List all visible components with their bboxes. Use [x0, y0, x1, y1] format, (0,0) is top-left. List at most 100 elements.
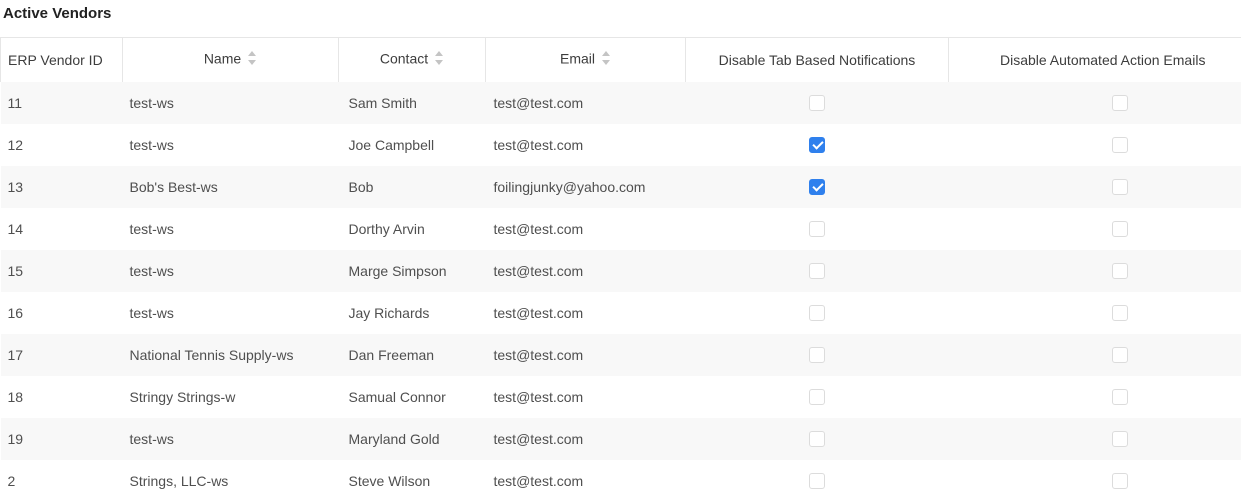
disable-tab-notifications-checkbox[interactable] — [809, 263, 825, 280]
tab-notifications-cell — [686, 250, 949, 292]
contact-cell: Maryland Gold — [348, 430, 440, 447]
sort-icon[interactable] — [434, 48, 444, 68]
vendor-name-cell: test-ws — [129, 136, 174, 153]
email-cell: foilingjunky@yahoo.com — [493, 178, 646, 195]
erp-vendor-id-cell: 2 — [7, 472, 16, 489]
contact-cell: Dorthy Arvin — [348, 220, 425, 237]
vendors-table: ERP Vendor ID Name Contact Email Disable… — [0, 37, 1241, 494]
action-emails-cell — [949, 250, 1241, 292]
email-cell: test@test.com — [493, 136, 584, 153]
page-title: Active Vendors — [3, 5, 112, 22]
tab-notifications-cell — [686, 208, 949, 250]
vendor-name-cell: Strings, LLC-ws — [129, 472, 229, 489]
email-cell: test@test.com — [493, 94, 584, 111]
column-header-email[interactable]: Email — [485, 37, 686, 82]
disable-tab-notifications-checkbox[interactable] — [809, 305, 825, 322]
disable-tab-notifications-checkbox[interactable] — [809, 137, 825, 154]
column-header-label: ERP Vendor ID — [8, 51, 103, 68]
column-header-label: Contact — [379, 50, 429, 67]
column-header-label: Disable Tab Based Notifications — [718, 51, 916, 68]
vendor-name-cell: National Tennis Supply-ws — [129, 346, 294, 363]
disable-action-emails-checkbox[interactable] — [1111, 179, 1128, 196]
sort-icon[interactable] — [247, 48, 257, 68]
tab-notifications-cell — [686, 166, 949, 208]
erp-vendor-id-cell: 11 — [7, 94, 23, 111]
action-emails-cell — [949, 166, 1241, 208]
table-row[interactable]: 12 test-ws Joe Campbell test@test.com — [0, 123, 1241, 166]
tab-notifications-cell — [686, 418, 949, 460]
table-row[interactable]: 14 test-ws Dorthy Arvin test@test.com — [0, 207, 1241, 250]
disable-action-emails-checkbox[interactable] — [1111, 431, 1128, 448]
action-emails-cell — [949, 292, 1241, 334]
contact-cell: Steve Wilson — [348, 472, 431, 489]
disable-action-emails-checkbox[interactable] — [1111, 263, 1128, 280]
disable-tab-notifications-checkbox[interactable] — [809, 347, 825, 364]
table-row[interactable]: 13 Bob's Best-ws Bob foilingjunky@yahoo.… — [0, 165, 1241, 208]
table-row[interactable]: 15 test-ws Marge Simpson test@test.com — [0, 249, 1241, 292]
contact-cell: Joe Campbell — [348, 136, 435, 153]
column-header-label: Disable Automated Action Emails — [1000, 51, 1206, 68]
column-header-label: Name — [203, 50, 242, 67]
table-row[interactable]: 11 test-ws Sam Smith test@test.com — [0, 81, 1241, 124]
column-header-contact[interactable]: Contact — [338, 37, 486, 82]
vendor-name-cell: test-ws — [129, 94, 174, 111]
disable-tab-notifications-checkbox[interactable] — [809, 473, 825, 490]
disable-tab-notifications-checkbox[interactable] — [809, 179, 825, 196]
disable-tab-notifications-checkbox[interactable] — [809, 95, 825, 112]
vendor-name-cell: test-ws — [129, 262, 174, 279]
disable-action-emails-checkbox[interactable] — [1111, 95, 1128, 112]
tab-notifications-cell — [686, 460, 949, 494]
disable-tab-notifications-checkbox[interactable] — [809, 389, 825, 406]
disable-tab-notifications-checkbox[interactable] — [809, 221, 825, 238]
contact-cell: Jay Richards — [348, 304, 430, 321]
sort-icon[interactable] — [601, 48, 611, 68]
table-row[interactable]: 2 Strings, LLC-ws Steve Wilson test@test… — [0, 459, 1241, 494]
vendor-name-cell: Stringy Strings-w — [129, 388, 236, 405]
erp-vendor-id-cell: 13 — [7, 178, 24, 195]
email-cell: test@test.com — [493, 430, 584, 447]
column-header-disable-action-emails[interactable]: Disable Automated Action Emails — [948, 37, 1241, 82]
tab-notifications-cell — [686, 376, 949, 418]
table-row[interactable]: 19 test-ws Maryland Gold test@test.com — [0, 417, 1241, 460]
disable-action-emails-checkbox[interactable] — [1111, 221, 1128, 238]
email-cell: test@test.com — [493, 388, 584, 405]
table-row[interactable]: 16 test-ws Jay Richards test@test.com — [0, 291, 1241, 334]
column-header-label: Email — [559, 50, 595, 67]
email-cell: test@test.com — [493, 346, 584, 363]
column-header-erp-vendor-id[interactable]: ERP Vendor ID — [0, 37, 123, 82]
contact-cell: Marge Simpson — [348, 262, 447, 279]
column-header-disable-tab-notifications[interactable]: Disable Tab Based Notifications — [685, 37, 949, 82]
action-emails-cell — [949, 82, 1241, 124]
contact-cell: Dan Freeman — [348, 346, 435, 363]
email-cell: test@test.com — [493, 472, 584, 489]
erp-vendor-id-cell: 14 — [7, 220, 24, 237]
vendor-name-cell: Bob's Best-ws — [129, 178, 218, 195]
disable-action-emails-checkbox[interactable] — [1111, 347, 1128, 364]
vendor-name-cell: test-ws — [129, 220, 174, 237]
disable-tab-notifications-checkbox[interactable] — [809, 431, 825, 448]
disable-action-emails-checkbox[interactable] — [1111, 473, 1128, 490]
disable-action-emails-checkbox[interactable] — [1111, 305, 1128, 322]
email-cell: test@test.com — [493, 220, 584, 237]
action-emails-cell — [949, 334, 1241, 376]
table-row[interactable]: 17 National Tennis Supply-ws Dan Freeman… — [0, 333, 1241, 376]
action-emails-cell — [949, 124, 1241, 166]
tab-notifications-cell — [686, 82, 949, 124]
disable-action-emails-checkbox[interactable] — [1111, 389, 1128, 406]
erp-vendor-id-cell: 15 — [7, 262, 24, 279]
erp-vendor-id-cell: 19 — [7, 430, 24, 447]
email-cell: test@test.com — [493, 262, 584, 279]
contact-cell: Samual Connor — [348, 388, 446, 405]
action-emails-cell — [949, 376, 1241, 418]
disable-action-emails-checkbox[interactable] — [1111, 137, 1128, 154]
action-emails-cell — [949, 418, 1241, 460]
vendor-name-cell: test-ws — [129, 304, 174, 321]
table-row[interactable]: 18 Stringy Strings-w Samual Connor test@… — [0, 375, 1241, 418]
column-header-name[interactable]: Name — [122, 37, 339, 82]
action-emails-cell — [949, 460, 1241, 494]
tab-notifications-cell — [686, 124, 949, 166]
tab-notifications-cell — [686, 334, 949, 376]
table-body: 11 test-ws Sam Smith test@test.com 12 te… — [0, 81, 1241, 494]
erp-vendor-id-cell: 17 — [7, 346, 24, 363]
email-cell: test@test.com — [493, 304, 584, 321]
